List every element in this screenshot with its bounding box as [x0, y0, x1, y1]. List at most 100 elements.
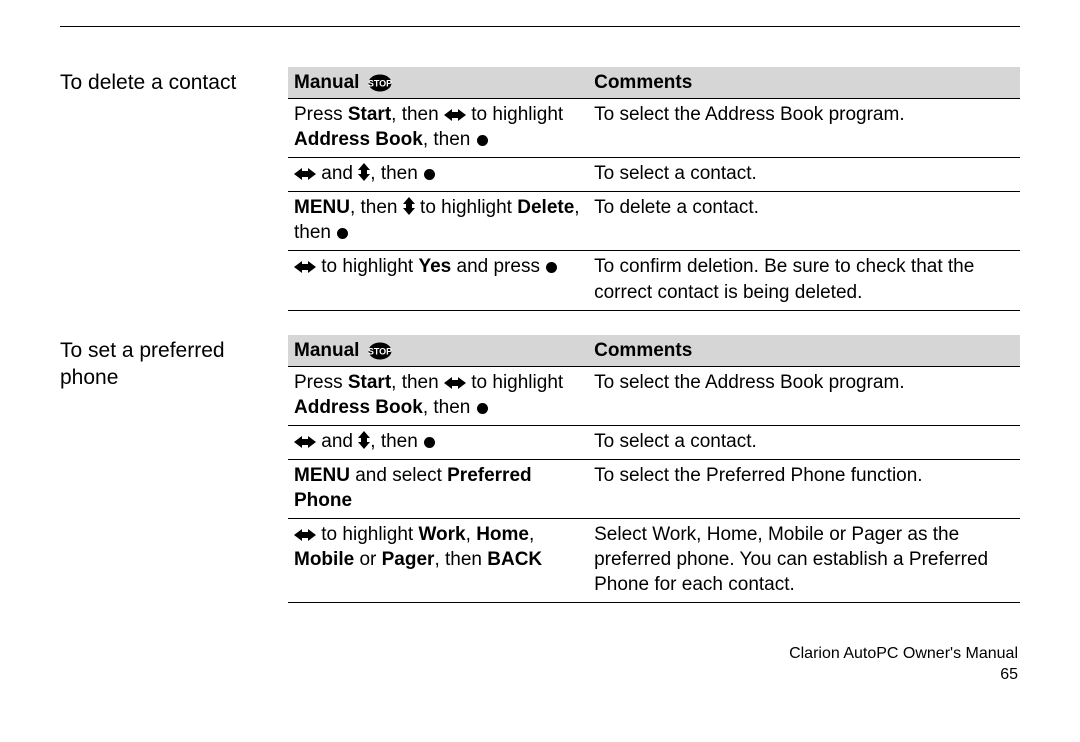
stop-icon: STOP	[368, 342, 392, 360]
text-bold: Work	[418, 524, 465, 545]
page-footer: Clarion AutoPC Owner's Manual 65	[789, 644, 1018, 686]
footer-title: Clarion AutoPC Owner's Manual	[789, 644, 1018, 665]
footer-page-number: 65	[789, 665, 1018, 686]
text-bold: MENU	[294, 465, 350, 486]
text: To select a contact.	[594, 431, 757, 452]
up-down-icon	[403, 197, 415, 215]
text: To select the Preferred Phone function.	[594, 465, 922, 486]
enter-dot-icon	[476, 134, 489, 147]
enter-dot-icon	[476, 402, 489, 415]
top-divider	[60, 26, 1020, 27]
text: to highlight	[316, 256, 418, 277]
cell-comments: To select the Preferred Phone function.	[588, 459, 1020, 518]
left-right-icon	[294, 435, 316, 449]
svg-text:STOP: STOP	[368, 346, 392, 356]
text-bold: Start	[348, 104, 391, 125]
cell-comments: To delete a contact.	[588, 192, 1020, 251]
text: , then	[370, 431, 423, 452]
table-row: to highlight Work, Home, Mobile or Pager…	[288, 519, 1020, 603]
text: ,	[466, 524, 477, 545]
cell-manual: to highlight Work, Home, Mobile or Pager…	[288, 519, 588, 603]
cell-manual: and , then	[288, 158, 588, 192]
procedure-table: Manual STOPCommentsPress Start, then to …	[288, 335, 1020, 604]
up-down-icon	[358, 431, 370, 449]
cell-comments: To select the Address Book program.	[588, 366, 1020, 425]
cell-comments: To select the Address Book program.	[588, 99, 1020, 158]
stop-icon: STOP	[368, 74, 392, 92]
text-bold: BACK	[487, 549, 542, 570]
text: , then	[423, 397, 476, 418]
text: and press	[451, 256, 545, 277]
table-row: to highlight Yes and press To confirm de…	[288, 251, 1020, 310]
cell-manual: and , then	[288, 425, 588, 459]
enter-dot-icon	[336, 227, 349, 240]
enter-dot-icon	[545, 261, 558, 274]
table-row: MENU, then to highlight Delete, then To …	[288, 192, 1020, 251]
column-manual: Manual STOP	[288, 67, 588, 99]
cell-comments: To confirm deletion. Be sure to check th…	[588, 251, 1020, 310]
text-bold: Delete	[517, 197, 574, 218]
text: , then	[391, 104, 444, 125]
enter-dot-icon	[423, 168, 436, 181]
table-row: Press Start, then to highlight Address B…	[288, 366, 1020, 425]
cell-comments: To select a contact.	[588, 425, 1020, 459]
text: , then	[350, 197, 403, 218]
text-bold: Yes	[418, 256, 451, 277]
cell-comments: Select Work, Home, Mobile or Pager as th…	[588, 519, 1020, 603]
left-right-icon	[294, 528, 316, 542]
text: and	[316, 431, 358, 452]
section-body: Manual STOPCommentsPress Start, then to …	[288, 335, 1020, 604]
text: To select the Address Book program.	[594, 104, 905, 125]
table-row: Press Start, then to highlight Address B…	[288, 99, 1020, 158]
cell-manual: MENU and select Preferred Phone	[288, 459, 588, 518]
text: , then	[391, 372, 444, 393]
left-right-icon	[444, 376, 466, 390]
cell-comments: To select a contact.	[588, 158, 1020, 192]
text: , then	[370, 163, 423, 184]
procedure-section: To delete a contactManual STOPCommentsPr…	[60, 67, 1020, 311]
procedure-section: To set a preferred phoneManual STOPComme…	[60, 335, 1020, 604]
text: Select Work, Home, Mobile or Pager as th…	[594, 524, 988, 595]
table-row: and , then To select a contact.	[288, 425, 1020, 459]
text: To select the Address Book program.	[594, 372, 905, 393]
text: or	[354, 549, 381, 570]
text: To confirm deletion. Be sure to check th…	[594, 256, 974, 302]
up-down-icon	[358, 163, 370, 181]
text-bold: Mobile	[294, 549, 354, 570]
table-row: MENU and select Preferred Phone To select…	[288, 459, 1020, 518]
cell-manual: Press Start, then to highlight Address B…	[288, 99, 588, 158]
left-right-icon	[444, 108, 466, 122]
svg-text:STOP: STOP	[368, 78, 392, 88]
column-comments: Comments	[588, 67, 1020, 99]
text-bold: Address Book	[294, 129, 423, 150]
text: to highlight	[466, 104, 563, 125]
text: to highlight	[415, 197, 517, 218]
section-heading: To set a preferred phone	[60, 335, 288, 392]
procedure-table: Manual STOPCommentsPress Start, then to …	[288, 67, 1020, 311]
cell-manual: MENU, then to highlight Delete, then	[288, 192, 588, 251]
text: , then	[434, 549, 487, 570]
text: Press	[294, 372, 348, 393]
column-comments: Comments	[588, 335, 1020, 367]
text: and	[316, 163, 358, 184]
table-row: and , then To select a contact.	[288, 158, 1020, 192]
text: To select a contact.	[594, 163, 757, 184]
text: to highlight	[466, 372, 563, 393]
table-header-row: Manual STOPComments	[288, 67, 1020, 99]
text-bold: Address Book	[294, 397, 423, 418]
left-right-icon	[294, 167, 316, 181]
text-bold: MENU	[294, 197, 350, 218]
cell-manual: to highlight Yes and press	[288, 251, 588, 310]
section-heading: To delete a contact	[60, 67, 288, 96]
sections-container: To delete a contactManual STOPCommentsPr…	[60, 67, 1020, 603]
table-header-row: Manual STOPComments	[288, 335, 1020, 367]
text: Press	[294, 104, 348, 125]
cell-manual: Press Start, then to highlight Address B…	[288, 366, 588, 425]
text: ,	[529, 524, 534, 545]
text-bold: Start	[348, 372, 391, 393]
enter-dot-icon	[423, 436, 436, 449]
column-manual: Manual STOP	[288, 335, 588, 367]
text: and select	[350, 465, 447, 486]
text: , then	[423, 129, 476, 150]
text-bold: Home	[476, 524, 529, 545]
